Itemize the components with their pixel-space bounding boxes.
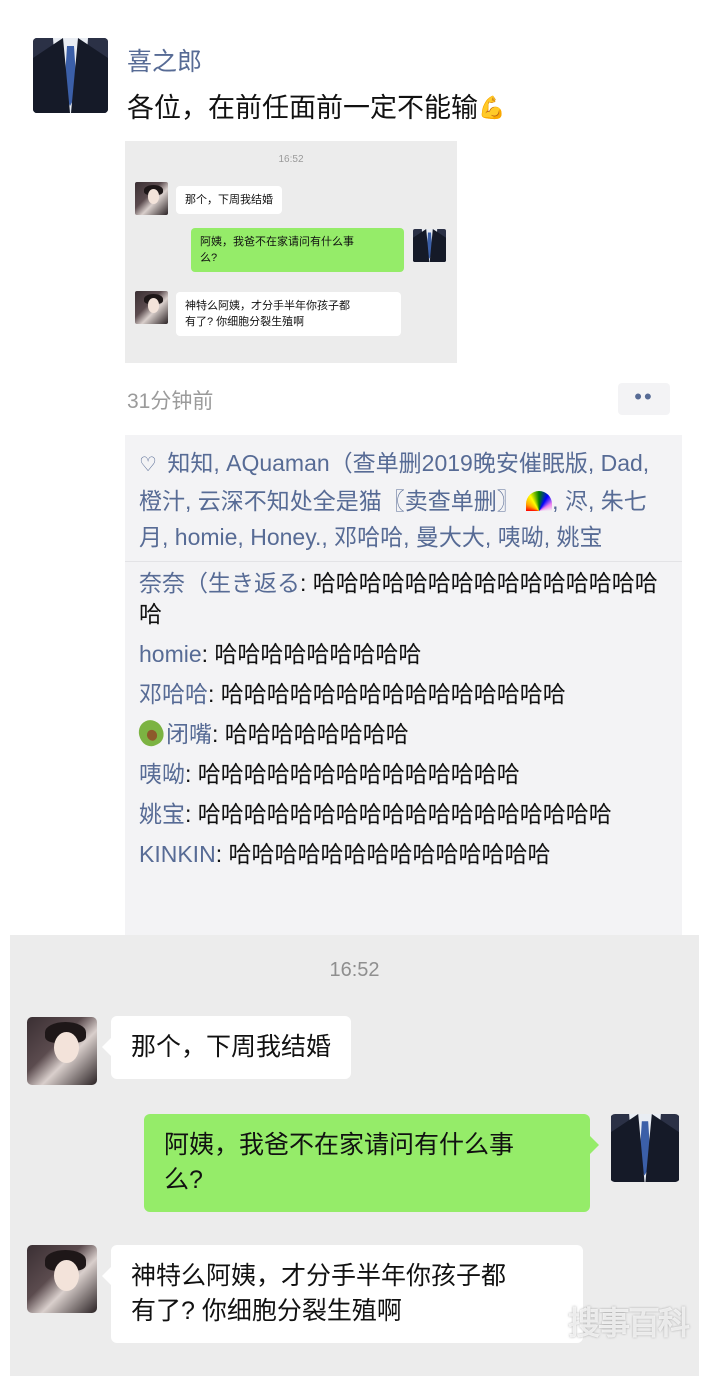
chat-message-line: 么?: [164, 1166, 203, 1194]
likes-list: ♡ 知知, AQuaman（查单删2019晚安催眠版, Dad, 橙汁, 云深不…: [125, 445, 682, 562]
comment-text: : 哈哈哈哈哈哈哈哈: [212, 721, 409, 747]
mini-message-bubble: 那个，下周我结婚: [176, 186, 282, 214]
moments-post: 喜之郎 各位，在前任面前一定不能输💪 16:52 那个，下周我结婚 阿姨，我爸不…: [0, 0, 709, 935]
poster-avatar[interactable]: [33, 38, 108, 113]
chat-message-line: 神特么阿姨，才分手半年你孩子都: [131, 1262, 507, 1290]
comment-item[interactable]: 咦呦: 哈哈哈哈哈哈哈哈哈哈哈哈哈哈: [139, 759, 668, 790]
mini-message-bubble: 阿姨，我爸不在家请问有什么事 么?: [191, 228, 404, 272]
post-image[interactable]: 16:52 那个，下周我结婚 阿姨，我爸不在家请问有什么事 么? 神特么阿姨，才…: [125, 141, 457, 363]
mini-message-line: 有了? 你细胞分裂生殖啊: [185, 316, 305, 328]
more-actions-button[interactable]: ••: [618, 383, 670, 415]
mini-message-line: 阿姨，我爸不在家请问有什么事: [200, 236, 354, 248]
mini-message-line: 么?: [200, 252, 218, 264]
mini-chat-time: 16:52: [278, 154, 304, 165]
comment-item[interactable]: 姚宝: 哈哈哈哈哈哈哈哈哈哈哈哈哈哈哈哈哈哈: [139, 799, 668, 830]
mini-girl-avatar: [135, 291, 168, 324]
comment-author[interactable]: 姚宝: [139, 801, 185, 827]
chat-message-bubble[interactable]: 那个，下周我结婚: [101, 1016, 352, 1079]
suit-avatar-image: [33, 38, 108, 113]
chat-message-bubble[interactable]: 阿姨，我爸不在家请问有什么事 么?: [144, 1114, 599, 1212]
mini-suit-avatar: [413, 229, 446, 262]
post-timestamp: 31分钟前: [127, 390, 214, 413]
girl-avatar[interactable]: [27, 1245, 97, 1313]
comment-author[interactable]: homie: [139, 641, 202, 667]
comment-item[interactable]: 闭嘴: 哈哈哈哈哈哈哈哈: [134, 716, 668, 750]
avocado-emoji: [134, 716, 168, 750]
comment-item[interactable]: KINKIN: 哈哈哈哈哈哈哈哈哈哈哈哈哈哈: [139, 839, 668, 870]
comment-text: : 哈哈哈哈哈哈哈哈哈哈哈哈哈哈: [185, 761, 520, 787]
watermark: 搜事百科: [568, 1305, 690, 1341]
comment-item[interactable]: homie: 哈哈哈哈哈哈哈哈哈: [139, 639, 668, 670]
poster-name[interactable]: 喜之郎: [127, 42, 202, 78]
mini-message-bubble: 神特么阿姨，才分手半年你孩子都 有了? 你细胞分裂生殖啊: [176, 292, 401, 336]
comment-text: : 哈哈哈哈哈哈哈哈哈: [201, 641, 422, 667]
comment-author[interactable]: KINKIN: [139, 841, 216, 867]
likes-comments-panel: ♡ 知知, AQuaman（查单删2019晚安催眠版, Dad, 橙汁, 云深不…: [125, 435, 682, 935]
comment-text: : 哈哈哈哈哈哈哈哈哈哈哈哈哈哈: [215, 841, 551, 867]
flexed-biceps-emoji: 💪: [478, 95, 506, 120]
mini-girl-avatar: [135, 182, 168, 215]
comment-author[interactable]: 闭嘴: [166, 721, 212, 747]
heart-icon: ♡: [139, 454, 157, 476]
comment-text: : 哈哈哈哈哈哈哈哈哈哈哈哈哈哈哈: [208, 681, 566, 707]
comment-item[interactable]: 邓哈哈: 哈哈哈哈哈哈哈哈哈哈哈哈哈哈哈: [139, 679, 668, 710]
post-text: 各位，在前任面前一定不能输💪: [127, 86, 505, 125]
comment-author[interactable]: 奈奈（生き返る: [139, 570, 300, 596]
chat-message-line: 阿姨，我爸不在家请问有什么事: [164, 1131, 515, 1159]
suit-avatar[interactable]: [610, 1114, 680, 1182]
chat-message-line: 有了? 你细胞分裂生殖啊: [131, 1297, 402, 1325]
post-text-content: 各位，在前任面前一定不能输: [127, 93, 478, 123]
girl-avatar[interactable]: [27, 1017, 97, 1085]
comment-author[interactable]: 邓哈哈: [139, 681, 208, 707]
chat-message-bubble[interactable]: 神特么阿姨，才分手半年你孩子都 有了? 你细胞分裂生殖啊: [102, 1245, 583, 1343]
rainbow-emoji: [526, 491, 553, 511]
comment-item[interactable]: 奈奈（生き返る: 哈哈哈哈哈哈哈哈哈哈哈哈哈哈哈哈: [139, 568, 668, 630]
chat-time: 16:52: [329, 959, 380, 981]
mini-message-line: 神特么阿姨，才分手半年你孩子都: [185, 300, 350, 312]
comment-author[interactable]: 咦呦: [139, 761, 185, 787]
comment-text: : 哈哈哈哈哈哈哈哈哈哈哈哈哈哈哈哈哈哈: [185, 801, 612, 827]
